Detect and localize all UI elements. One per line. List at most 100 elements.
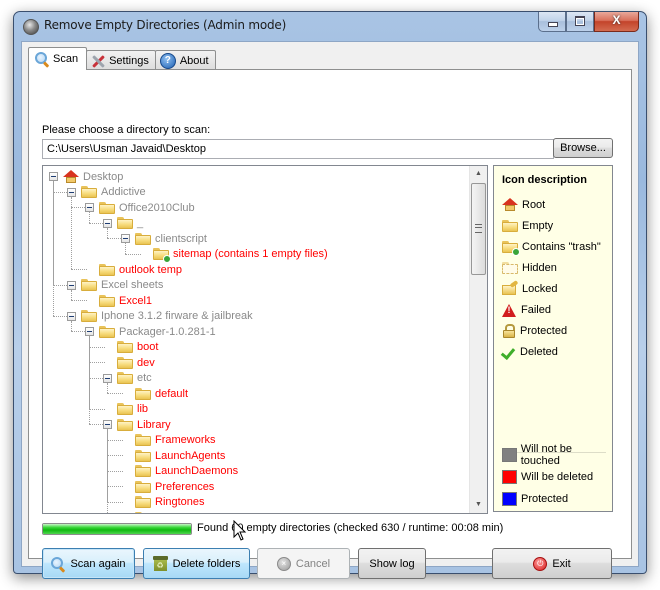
tree-node[interactable]: _ bbox=[117, 216, 143, 231]
cancel-button[interactable]: × Cancel bbox=[257, 548, 350, 579]
show-log-button[interactable]: Show log bbox=[358, 548, 426, 579]
collapse-toggle[interactable] bbox=[67, 311, 76, 321]
directory-tree[interactable]: Desktop Addictive Office2010Club _ clientscr… bbox=[42, 165, 488, 514]
legend-item-trash: Contains "trash" bbox=[502, 239, 601, 256]
directory-input[interactable] bbox=[42, 139, 554, 159]
tree-node-label: Excel sheets bbox=[101, 279, 164, 291]
tree-node-label: _ bbox=[137, 217, 144, 229]
tab-about-label: About bbox=[179, 54, 209, 67]
tree-node[interactable]: clientscript bbox=[135, 231, 207, 246]
tab-settings[interactable]: Settings bbox=[86, 50, 156, 70]
tree-connector bbox=[107, 429, 108, 513]
close-button[interactable]: X bbox=[594, 12, 639, 32]
tree-content: Desktop Addictive Office2010Club _ clientscr… bbox=[43, 166, 469, 513]
legend-title: Icon description bbox=[502, 174, 587, 186]
tree-node[interactable]: Addictive bbox=[81, 185, 146, 200]
collapse-toggle[interactable] bbox=[85, 203, 94, 212]
directory-label: Please choose a directory to scan: bbox=[42, 124, 211, 136]
legend-label: Deleted bbox=[520, 346, 558, 358]
folder-icon bbox=[117, 403, 133, 415]
tree-node-label: LaunchAgents bbox=[155, 449, 226, 462]
tree-node-label: boot bbox=[137, 341, 159, 353]
scroll-thumb[interactable] bbox=[471, 183, 486, 275]
tree-node[interactable]: outlook temp bbox=[99, 262, 182, 277]
tree-node[interactable]: Excel1 bbox=[99, 293, 152, 308]
collapse-toggle[interactable] bbox=[67, 187, 76, 197]
tree-connector bbox=[71, 269, 87, 270]
warning-icon bbox=[502, 303, 517, 317]
legend-label: Will be deleted bbox=[521, 471, 594, 483]
legend-item-empty: Empty bbox=[502, 218, 553, 234]
tree-node[interactable]: boot bbox=[117, 340, 158, 355]
tree-connector bbox=[107, 227, 108, 238]
legend-label: Locked bbox=[522, 283, 558, 295]
tree-node[interactable]: Ringtones bbox=[135, 495, 205, 510]
exit-button[interactable]: ⏻ Exit bbox=[492, 548, 612, 579]
tree-node[interactable]: LaunchAgents bbox=[135, 448, 225, 463]
tab-scan[interactable]: Scan bbox=[28, 47, 88, 70]
tree-node-label: Wall... bbox=[155, 512, 185, 514]
tree-node[interactable]: sitemap (contains 1 empty files) bbox=[153, 247, 328, 263]
tree-node[interactable]: LaunchDaemons bbox=[135, 464, 238, 479]
scan-again-label: Scan again bbox=[70, 557, 126, 570]
tree-connector bbox=[107, 439, 123, 441]
tab-scan-label: Scan bbox=[53, 53, 79, 65]
tree-connector bbox=[89, 408, 105, 410]
root-icon bbox=[63, 169, 79, 184]
trash-folder-icon bbox=[502, 241, 520, 256]
collapse-toggle[interactable] bbox=[103, 373, 112, 383]
legend-label: Empty bbox=[522, 220, 554, 232]
tree-node[interactable]: Iphone 3.1.2 firware & jailbreak bbox=[81, 309, 253, 324]
exit-label: Exit bbox=[552, 557, 571, 570]
tree-node-label: Desktop bbox=[83, 170, 124, 183]
delete-folders-button[interactable]: Delete folders bbox=[143, 548, 250, 579]
folder-icon bbox=[99, 325, 115, 338]
folder-icon bbox=[135, 480, 151, 493]
minimize-button[interactable] bbox=[538, 12, 566, 32]
tree-node[interactable]: Excel sheets bbox=[81, 278, 163, 293]
tree-node[interactable]: lib bbox=[117, 402, 148, 417]
tree-connector bbox=[89, 346, 105, 348]
scroll-up-arrow[interactable]: ▲ bbox=[470, 166, 487, 182]
tree-node[interactable]: Preferences bbox=[135, 479, 214, 494]
window-title: Remove Empty Directories (Admin mode) bbox=[44, 18, 287, 32]
legend-color-untouched: Will not be touched bbox=[502, 443, 612, 467]
tree-node[interactable]: default bbox=[135, 386, 188, 401]
tree-node[interactable]: Wall... bbox=[135, 510, 185, 514]
tree-node-label: LaunchDaemons bbox=[155, 465, 239, 477]
folder-icon bbox=[135, 434, 151, 446]
collapse-toggle[interactable] bbox=[103, 420, 112, 429]
tree-node-label: Iphone 3.1.2 firware & jailbreak bbox=[101, 310, 253, 322]
close-icon: X bbox=[612, 13, 621, 27]
tree-node-label: Packager-1.0.281-1 bbox=[119, 325, 216, 338]
title-bar[interactable]: Remove Empty Directories (Admin mode) X bbox=[14, 12, 646, 40]
tree-node[interactable]: Office2010Club bbox=[99, 200, 195, 215]
tree-node[interactable]: Desktop bbox=[63, 169, 123, 184]
browse-button[interactable]: Browse... bbox=[553, 138, 613, 158]
tree-node[interactable]: Frameworks bbox=[135, 433, 216, 448]
folder-icon bbox=[117, 418, 133, 431]
folder-icon bbox=[99, 294, 115, 307]
legend-item-hidden: Hidden bbox=[502, 260, 557, 276]
tree-connector bbox=[107, 455, 123, 456]
collapse-toggle[interactable] bbox=[103, 218, 112, 228]
scan-again-button[interactable]: Scan again bbox=[42, 548, 135, 579]
caption-buttons: X bbox=[538, 12, 639, 32]
tree-node[interactable]: dev bbox=[117, 355, 155, 370]
collapse-toggle[interactable] bbox=[85, 327, 94, 336]
collapse-toggle[interactable] bbox=[67, 280, 76, 290]
collapse-toggle[interactable] bbox=[49, 172, 58, 181]
tab-about[interactable]: ? About bbox=[154, 50, 216, 70]
tree-node[interactable]: Library bbox=[117, 417, 171, 432]
folder-icon bbox=[99, 201, 115, 214]
tree-node[interactable]: Packager-1.0.281-1 bbox=[99, 324, 216, 339]
tree-node-label: Library bbox=[137, 418, 171, 431]
hidden-folder-icon bbox=[502, 262, 518, 274]
cancel-label: Cancel bbox=[295, 557, 331, 570]
collapse-toggle[interactable] bbox=[121, 234, 130, 243]
scroll-down-arrow[interactable]: ▼ bbox=[470, 497, 487, 513]
tree-scrollbar[interactable]: ▲ ▼ bbox=[469, 166, 487, 513]
grip-icon bbox=[475, 224, 482, 233]
maximize-button[interactable] bbox=[566, 12, 594, 32]
tree-node[interactable]: etc bbox=[117, 371, 152, 386]
